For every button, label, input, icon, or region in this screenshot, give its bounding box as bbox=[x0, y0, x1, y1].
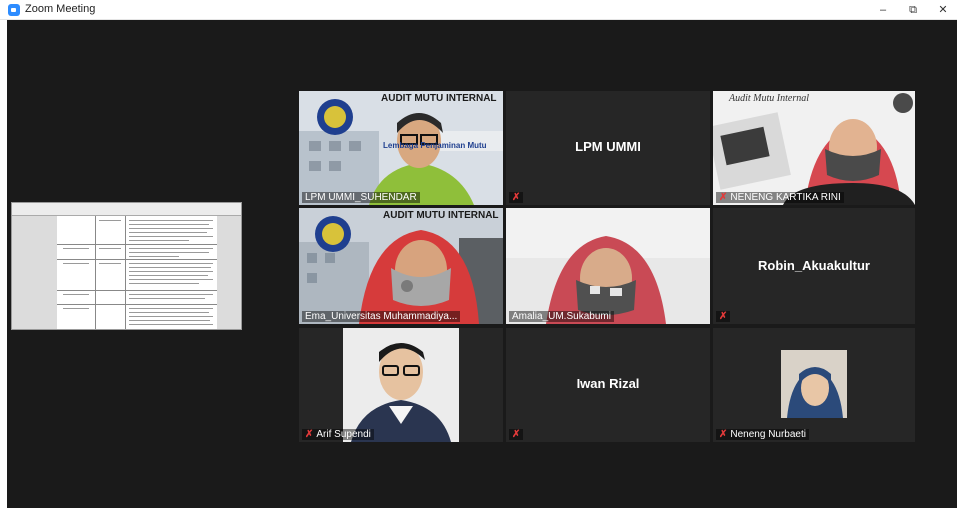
mic-muted-icon: ✗ bbox=[512, 192, 521, 203]
participant-status: ✗ bbox=[509, 429, 524, 440]
banner-title: AUDIT MUTU INTERNAL bbox=[383, 210, 499, 221]
video-tile-arif-supendi[interactable]: ✗ Arif Supendi bbox=[299, 328, 503, 442]
close-button[interactable]: ✕ bbox=[933, 2, 953, 18]
banner-title: AUDIT MUTU INTERNAL bbox=[381, 93, 497, 104]
restore-button[interactable]: ⧉ bbox=[903, 2, 923, 18]
participant-name-label: Ema_Universitas Muhammadiya... bbox=[302, 311, 461, 322]
mic-muted-icon: ✗ bbox=[719, 311, 728, 322]
participant-video bbox=[299, 208, 503, 324]
participant-name-label: Amalia_UM.Sukabumi bbox=[509, 311, 614, 322]
video-tile-neneng-nurbaeti[interactable]: ✗ Neneng Nurbaeti bbox=[713, 328, 915, 442]
minimize-button[interactable]: – bbox=[873, 2, 893, 18]
banner-subtitle: Lembaga Penjaminan Mutu bbox=[383, 141, 487, 150]
mic-muted-icon: ✗ bbox=[719, 429, 728, 440]
participant-name-center: LPM UMMI bbox=[575, 139, 641, 154]
video-tile-robin-akuakultur[interactable]: Robin_Akuakultur ✗ bbox=[713, 208, 915, 324]
video-tile-lpm-ummi[interactable]: LPM UMMI ✗ bbox=[506, 91, 710, 205]
banner-title: Audit Mutu Internal bbox=[729, 93, 809, 104]
video-tile-ema[interactable]: AUDIT MUTU INTERNAL Ema_Universitas Muha… bbox=[299, 208, 503, 324]
video-tile-iwan-rizal[interactable]: Iwan Rizal ✗ bbox=[506, 328, 710, 442]
participant-name-center: Iwan Rizal bbox=[576, 376, 640, 391]
zoom-logo-icon bbox=[8, 4, 20, 16]
title-bar: Zoom Meeting – ⧉ ✕ bbox=[0, 0, 957, 20]
participant-name-center: Robin_Akuakultur bbox=[758, 258, 870, 273]
document-page bbox=[57, 216, 217, 329]
meeting-area: AUDIT MUTU INTERNAL Lembaga Penjaminan M… bbox=[7, 20, 957, 508]
video-tile-lpm-ummi-suhendar[interactable]: AUDIT MUTU INTERNAL Lembaga Penjaminan M… bbox=[299, 91, 503, 205]
participant-name-label: ✗ Neneng Nurbaeti bbox=[716, 429, 809, 440]
mic-muted-icon: ✗ bbox=[512, 429, 521, 440]
participant-status: ✗ bbox=[509, 192, 524, 203]
participant-video bbox=[506, 208, 710, 324]
participant-name-label: ✗ NENENG KARTIKA RINI bbox=[716, 192, 844, 203]
mic-muted-icon: ✗ bbox=[305, 429, 314, 440]
participant-video bbox=[343, 328, 459, 442]
document-toolbar bbox=[12, 203, 241, 216]
video-tile-amalia[interactable]: Amalia_UM.Sukabumi bbox=[506, 208, 710, 324]
mic-muted-icon: ✗ bbox=[719, 192, 728, 203]
window-title: Zoom Meeting bbox=[25, 3, 96, 15]
participant-avatar bbox=[781, 350, 847, 418]
participant-status: ✗ bbox=[716, 311, 731, 322]
participant-name-label: ✗ Arif Supendi bbox=[302, 429, 374, 440]
shared-screen-thumbnail[interactable] bbox=[11, 202, 242, 330]
participant-video bbox=[713, 91, 915, 205]
participant-name-label: LPM UMMI_SUHENDAR bbox=[302, 192, 420, 203]
video-tile-neneng-kartika-rini[interactable]: Audit Mutu Internal ✗ NENENG KARTIKA RIN… bbox=[713, 91, 915, 205]
